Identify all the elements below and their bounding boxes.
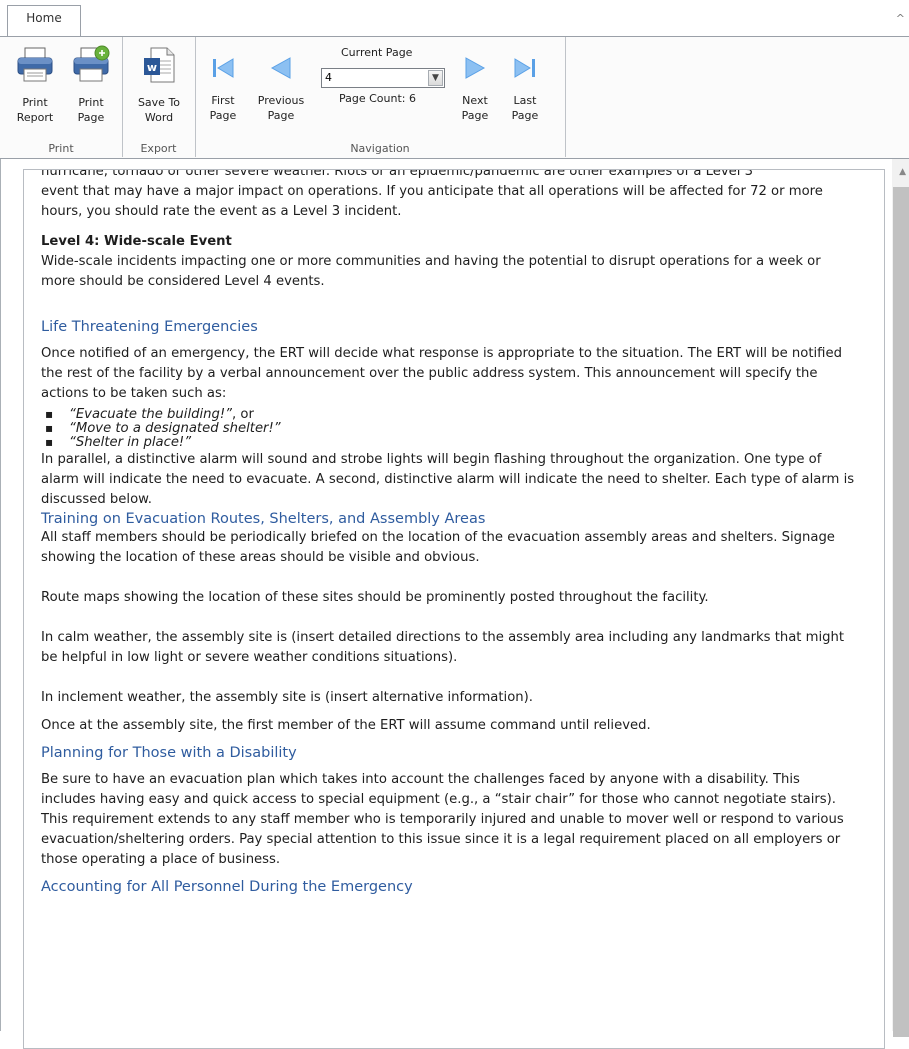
last-page-icon: [503, 53, 547, 87]
route-text: Route maps showing the location of these…: [41, 590, 709, 605]
training-text: All staff members should be periodically…: [41, 530, 835, 565]
chevron-down-icon[interactable]: ▼: [428, 70, 443, 86]
current-page-value: 4: [325, 71, 332, 84]
level4-text: Wide-scale incidents impacting one or mo…: [41, 254, 821, 289]
level4-title: Level 4: Wide-scale Event: [41, 234, 232, 249]
list-item: “Evacuate the building!”, or: [45, 407, 856, 422]
group-print: Print Report Print Page Print: [0, 37, 123, 157]
calm-text: In calm weather, the assembly site is (i…: [41, 630, 845, 665]
list-item: “Move to a designated shelter!”: [45, 421, 856, 436]
heading-accounting: Accounting for All Personnel During the …: [41, 879, 413, 895]
print-page-button[interactable]: Print Page: [66, 45, 116, 125]
save-to-word-button[interactable]: w Save To Word: [130, 45, 188, 125]
ribbon: Print Report Print Page Print w Save To …: [0, 36, 909, 159]
last-page-button[interactable]: Last Page: [503, 53, 547, 123]
first-page-icon: [201, 53, 245, 87]
paragraph-level3: event that may have a major impact on op…: [41, 184, 823, 219]
scrollbar-thumb[interactable]: [893, 187, 909, 1037]
report-viewer: hurricane, tornado or other severe weath…: [0, 159, 909, 1049]
group-export: w Save To Word Export: [122, 37, 196, 157]
alarm-text: In parallel, a distinctive alarm will so…: [41, 452, 855, 507]
scroll-up-icon[interactable]: ▲: [899, 167, 906, 177]
life-text: Once notified of an emergency, the ERT w…: [41, 346, 842, 401]
disability-text: Be sure to have an evacuation plan which…: [41, 772, 844, 867]
print-report-button[interactable]: Print Report: [10, 45, 60, 125]
action-list: “Evacuate the building!”, or “Move to a …: [41, 407, 856, 450]
word-document-icon: w: [130, 45, 188, 89]
report-content: hurricane, tornado or other severe weath…: [41, 169, 856, 898]
printer-page-icon: [66, 45, 116, 89]
inclement-text: In inclement weather, the assembly site …: [41, 690, 533, 705]
ribbon-tab-bar: Home ^: [0, 0, 909, 37]
collapse-ribbon-icon[interactable]: ^: [896, 12, 905, 25]
heading-disability: Planning for Those with a Disability: [41, 745, 297, 761]
group-label-export: Export: [140, 142, 177, 155]
next-page-button[interactable]: Next Page: [453, 53, 497, 123]
heading-training: Training on Evacuation Routes, Shelters,…: [41, 511, 486, 527]
heading-life-threatening: Life Threatening Emergencies: [41, 319, 258, 335]
once-text: Once at the assembly site, the first mem…: [41, 718, 651, 733]
group-label-print: Print: [48, 142, 74, 155]
svg-text:w: w: [147, 61, 157, 74]
report-page: hurricane, tornado or other severe weath…: [23, 169, 885, 1049]
first-page-button[interactable]: First Page: [201, 53, 245, 123]
current-page-select[interactable]: 4 ▼: [321, 68, 445, 88]
printer-icon: [10, 45, 60, 89]
partial-line: hurricane, tornado or other severe weath…: [41, 169, 754, 179]
next-page-icon: [453, 53, 497, 87]
page-count-label: Page Count: 6: [339, 92, 416, 105]
vertical-scrollbar[interactable]: ▲: [892, 159, 909, 1037]
list-item: “Shelter in place!”: [45, 435, 856, 450]
tab-home[interactable]: Home: [7, 5, 81, 37]
previous-page-button[interactable]: Previous Page: [253, 53, 309, 123]
group-label-navigation: Navigation: [350, 142, 410, 155]
previous-page-icon: [253, 53, 309, 87]
current-page-label: Current Page: [341, 46, 413, 59]
group-navigation: First Page Previous Page Current Page Pa…: [195, 37, 566, 157]
